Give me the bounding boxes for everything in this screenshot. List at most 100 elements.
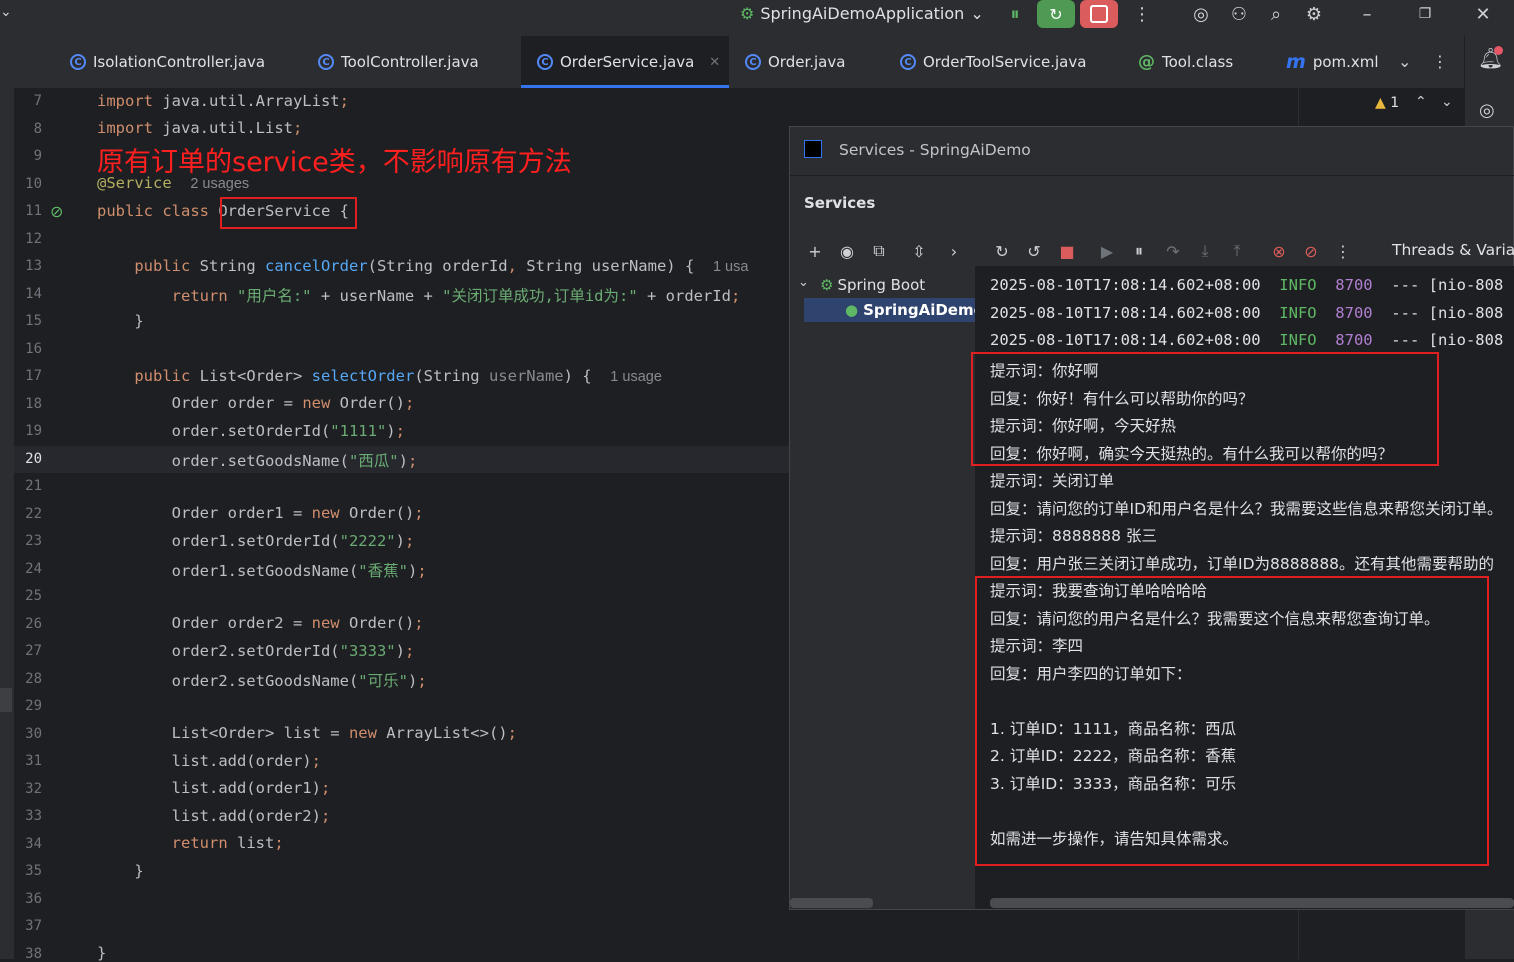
line-number: 15	[25, 313, 42, 329]
spring-bean-gutter-icon[interactable]: ⊘	[50, 202, 63, 221]
code-line-33: list.add(order2);	[97, 807, 331, 825]
step-out-icon[interactable]: ⤒	[1226, 240, 1248, 262]
rerun-debug-icon[interactable]: ↺	[1023, 240, 1045, 262]
ai-assistant-icon[interactable]: ◎	[1188, 2, 1214, 26]
code-line-28: order2.setGoodsName("可乐");	[97, 672, 427, 690]
notification-badge	[1494, 46, 1503, 55]
highlight-box-query-order	[975, 576, 1489, 866]
view-breakpoints-icon[interactable]: ⊗	[1268, 240, 1290, 262]
log-rest: --- [nio-808	[1391, 276, 1504, 294]
warning-indicator[interactable]: ▲ 1	[1375, 95, 1399, 111]
settings-gear-icon[interactable]: ⚙	[1301, 2, 1327, 26]
ai-chat-icon[interactable]: ◎	[1479, 100, 1495, 121]
line-number: 25	[25, 588, 42, 604]
code-line-15: }	[97, 312, 144, 330]
new-tab-icon[interactable]: ⧉	[868, 240, 890, 262]
code-line-35: }	[97, 862, 144, 880]
highlight-box-class-name	[220, 197, 357, 229]
more-tabs-icon[interactable]: ⋮	[1432, 52, 1448, 71]
search-icon[interactable]: ⌕	[1263, 2, 1289, 26]
services-header: Services	[804, 194, 876, 212]
close-tab-icon[interactable]: ✕	[709, 55, 720, 70]
restore-icon[interactable]: ❐	[1412, 2, 1438, 26]
console-scrollbar[interactable]	[990, 898, 1514, 908]
tab-pom-xml[interactable]: m pom.xml	[1276, 36, 1396, 88]
run-icon[interactable]: ⏸	[1002, 2, 1028, 26]
line-number: 37	[25, 918, 42, 934]
line-number: 38	[25, 945, 42, 962]
close-icon[interactable]: ✕	[1470, 2, 1496, 26]
tab-order-tool-service[interactable]: C OrderToolService.java	[888, 36, 1130, 88]
line-number: 35	[25, 863, 42, 879]
annotation-icon: @	[1138, 52, 1155, 72]
usages-hint[interactable]: 2 usages	[190, 176, 249, 192]
step-over-icon[interactable]: ↷	[1162, 240, 1184, 262]
step-into-icon[interactable]: ⤓	[1194, 240, 1216, 262]
expand-collapse-icon[interactable]: ⇳	[908, 240, 930, 262]
add-service-icon[interactable]: +	[804, 240, 826, 262]
log-line: 2025-08-10T17:08:14.602+08:00 INFO 8700 …	[990, 304, 1503, 322]
line-number: 27	[25, 643, 42, 659]
tab-label: ToolController.java	[341, 53, 479, 71]
tab-tool-controller[interactable]: C ToolController.java	[306, 36, 518, 88]
log-time: 2025-08-10T17:08:14.602+08:00	[990, 276, 1261, 294]
chevron-down-icon[interactable]: ⌄	[0, 4, 12, 20]
mute-breakpoints-icon[interactable]: ⊘	[1300, 240, 1322, 262]
restart-icon[interactable]: ↻	[991, 240, 1013, 262]
line-number: 29	[25, 698, 42, 714]
line-number: 17	[25, 368, 42, 384]
usages-hint[interactable]: 1 usage	[610, 369, 662, 385]
line-number: 31	[25, 753, 42, 769]
log-pid: 8700	[1335, 276, 1373, 294]
add-user-icon[interactable]: ⚇	[1226, 2, 1252, 26]
line-number: 33	[25, 808, 42, 824]
resume-icon[interactable]: ▶	[1096, 240, 1118, 262]
code-line-34: return list;	[171, 834, 284, 852]
code-line-38: }	[97, 944, 107, 962]
tab-list-chevron-icon[interactable]: ⌄	[1398, 52, 1411, 71]
more-icon[interactable]: ⋮	[1332, 240, 1354, 262]
pause-icon[interactable]: ⏸	[1128, 240, 1150, 262]
usages-hint[interactable]: 1 usa	[713, 259, 748, 275]
code-line-19: order.setOrderId("1111");	[97, 422, 405, 440]
eye-icon[interactable]: ◉	[836, 240, 858, 262]
log-level: INFO	[1279, 276, 1317, 294]
tree-item-spring-boot[interactable]: ⚙ Spring Boot	[820, 276, 925, 294]
tab-label: OrderService.java	[560, 53, 695, 71]
more-icon[interactable]: ⋮	[1129, 2, 1155, 26]
maven-icon: m	[1286, 51, 1306, 73]
log-pid: 8700	[1335, 303, 1373, 322]
chevron-right-icon[interactable]: ›	[943, 240, 965, 262]
line-number: 19	[25, 423, 42, 439]
log-rest: --- [nio-808	[1391, 331, 1504, 349]
log-level: INFO	[1279, 303, 1317, 322]
tree-scrollbar[interactable]	[790, 898, 873, 908]
code-line-24: order1.setGoodsName("香蕉");	[97, 562, 427, 580]
class-icon: C	[70, 54, 86, 70]
chevron-down-icon[interactable]: ⌄	[798, 275, 809, 290]
tab-label: OrderToolService.java	[923, 53, 1087, 71]
next-highlight-icon[interactable]: ⌄	[1441, 94, 1453, 110]
rerun-button[interactable]: ↻	[1037, 0, 1075, 28]
tab-isolation-controller[interactable]: C IsolationController.java	[58, 36, 300, 88]
line-number: 22	[25, 505, 42, 522]
run-configuration-selector[interactable]: ⚙ SpringAiDemoApplication ⌄	[740, 0, 984, 26]
stop-button[interactable]	[1080, 0, 1118, 28]
services-tree	[790, 266, 975, 909]
minimize-icon[interactable]: –	[1354, 2, 1380, 26]
log-time: 2025-08-10T17:08:14.602+08:00	[990, 331, 1261, 349]
warning-count: 1	[1390, 95, 1400, 111]
stop-icon[interactable]: ■	[1056, 240, 1078, 262]
highlight-box-greeting	[971, 352, 1439, 466]
chat-line: 提示词：关闭订单	[990, 472, 1115, 490]
tab-order-service[interactable]: C OrderService.java ✕	[521, 36, 729, 88]
previous-highlight-icon[interactable]: ⌃	[1415, 94, 1427, 110]
tab-tool-class[interactable]: @ Tool.class	[1124, 36, 1286, 88]
tab-label: IsolationController.java	[93, 53, 266, 71]
tab-order[interactable]: C Order.java	[733, 36, 895, 88]
code-line-27: order2.setOrderId("3333");	[97, 642, 415, 660]
tree-item-app: ● SpringAiDemo	[845, 301, 984, 319]
line-number: 20	[25, 450, 42, 467]
log-rest: --- [nio-808	[1391, 303, 1504, 322]
threads-variables-tab[interactable]: Threads & Variab	[1392, 241, 1514, 259]
